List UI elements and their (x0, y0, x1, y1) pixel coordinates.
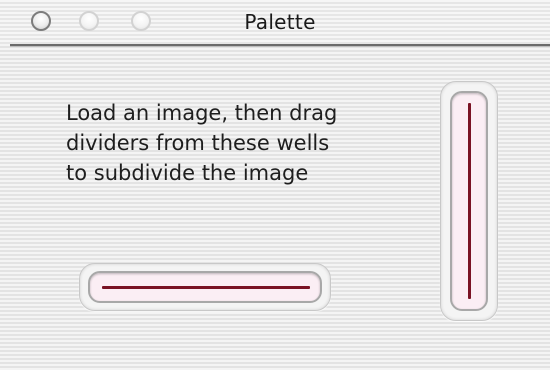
title-bar-divider (10, 44, 550, 47)
window-title: Palette (244, 10, 316, 34)
instructions-line-2: dividers from these wells (66, 131, 330, 155)
horizontal-divider-handle[interactable] (102, 286, 310, 289)
title-bar[interactable]: Palette (0, 0, 550, 44)
vertical-divider-handle[interactable] (468, 103, 471, 299)
instructions-text: Load an image, then drag dividers from t… (66, 98, 426, 188)
vertical-divider-well[interactable] (440, 81, 498, 321)
instructions-line-1: Load an image, then drag (66, 101, 338, 125)
instructions-line-3: to subdivide the image (66, 161, 309, 185)
horizontal-divider-well[interactable] (79, 263, 331, 311)
palette-window: Palette Load an image, then drag divider… (0, 0, 550, 370)
horizontal-well-inset (88, 271, 322, 303)
vertical-well-inset (450, 91, 488, 311)
